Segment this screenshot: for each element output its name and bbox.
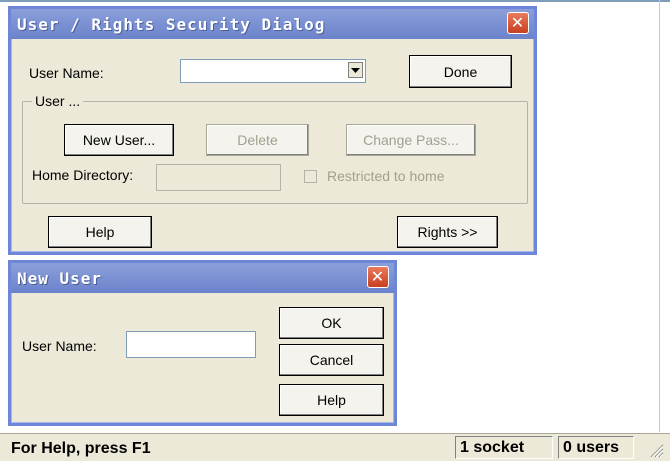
change-pass-button[interactable]: Change Pass... [346,124,476,156]
ok-button[interactable]: OK [279,307,384,339]
home-directory-label: Home Directory: [32,167,134,183]
home-directory-field[interactable] [156,164,281,191]
new-user-title: New User [17,269,103,288]
done-button[interactable]: Done [409,55,512,88]
resize-grip-icon[interactable] [650,444,664,458]
new-user-name-label: User Name: [22,338,97,354]
rights-button[interactable]: Rights >> [397,216,498,248]
new-user-titlebar[interactable]: New User ✕ [11,263,394,293]
close-icon[interactable]: ✕ [367,266,389,288]
status-help-text: For Help, press F1 [11,440,151,457]
top-border [0,0,670,2]
new-user-dialog: New User ✕ User Name: OK Cancel Help [8,260,397,426]
status-user-count: 0 users [558,436,634,459]
help-button[interactable]: Help [48,216,152,248]
delete-button[interactable]: Delete [206,124,309,156]
user-groupbox-legend: User ... [32,93,84,109]
restricted-label: Restricted to home [327,168,445,184]
security-dialog-title: User / Rights Security Dialog [17,15,326,34]
new-user-help-button[interactable]: Help [279,384,384,416]
status-socket-count: 1 socket [455,436,553,459]
new-user-button[interactable]: New User... [64,124,174,156]
status-bar: For Help, press F1 1 socket 0 users [0,433,670,461]
cancel-button[interactable]: Cancel [279,344,384,376]
security-dialog-titlebar[interactable]: User / Rights Security Dialog ✕ [11,9,534,39]
close-icon[interactable]: ✕ [507,12,529,34]
restricted-checkbox[interactable] [304,170,317,183]
user-name-combobox[interactable] [180,59,366,83]
chevron-down-icon[interactable] [348,62,363,78]
user-name-combobox-input[interactable] [181,60,365,82]
new-user-name-field[interactable] [126,331,256,358]
home-directory-input[interactable] [157,165,280,190]
new-user-name-input[interactable] [127,332,255,357]
security-dialog: User / Rights Security Dialog ✕ User Nam… [8,6,537,255]
user-name-label: User Name: [29,65,104,81]
right-border [659,0,660,432]
